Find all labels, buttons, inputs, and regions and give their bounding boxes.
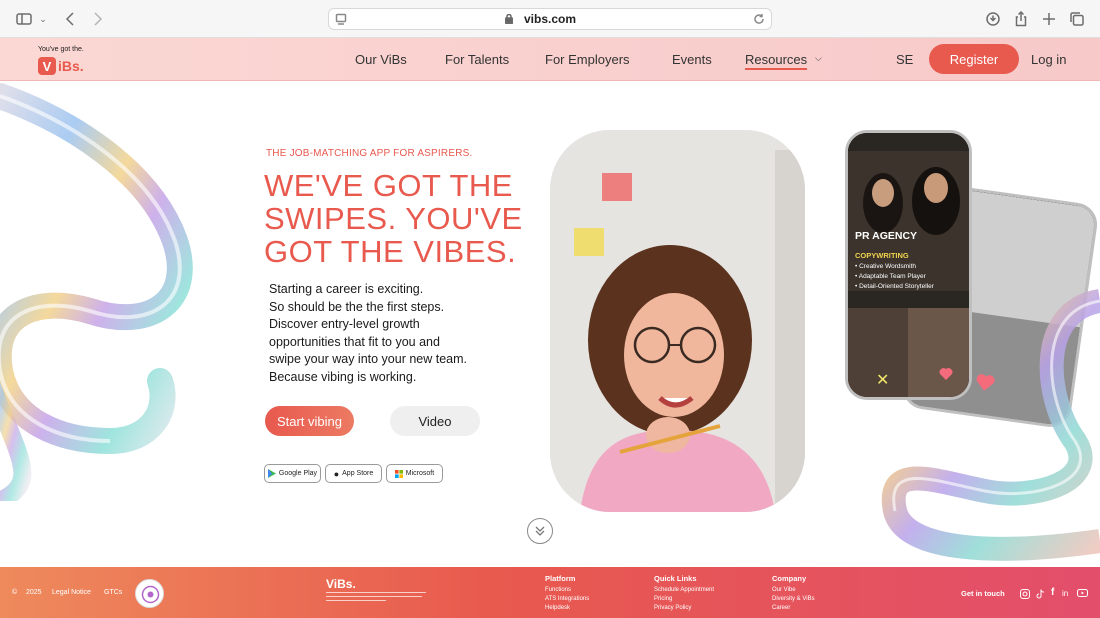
microsoft-icon — [394, 469, 403, 478]
register-button[interactable]: Register — [929, 44, 1019, 74]
google-play-badge[interactable]: Google Play — [264, 464, 321, 483]
certification-badge-icon — [135, 579, 164, 608]
hero-headline: WE'VE GOT THE SWIPES. YOU'VE GOT THE VIB… — [264, 169, 524, 268]
share-icon[interactable] — [1012, 9, 1030, 29]
linkedin-icon[interactable]: in — [1062, 589, 1068, 598]
body-line: Starting a career is exciting. — [269, 282, 424, 296]
apple-icon: ● — [333, 468, 340, 479]
footer-logo: ViBs. — [326, 577, 356, 591]
footer-link[interactable]: ATS Integrations — [545, 595, 589, 604]
youtube-icon[interactable] — [1077, 589, 1088, 599]
body-line: Because vibing is working. — [269, 369, 417, 384]
download-icon[interactable] — [984, 9, 1002, 29]
google-play-icon — [267, 469, 276, 478]
footer-col-title: Platform — [545, 574, 576, 583]
tiktok-icon[interactable] — [1036, 589, 1046, 601]
body-line: Discover entry-level growth — [269, 317, 420, 332]
footer-col-title: Quick Links — [654, 574, 697, 583]
hero-photo-woman — [550, 130, 805, 512]
footer-link[interactable]: Diversity & ViBs — [772, 595, 815, 604]
login-link[interactable]: Log in — [1031, 52, 1066, 67]
forward-icon[interactable] — [90, 9, 106, 29]
gtcs-link[interactable]: GTCs — [104, 589, 122, 596]
body-line: So should be the the first steps. — [269, 299, 445, 314]
footer-link[interactable]: Helpdesk — [545, 604, 570, 613]
nav-events[interactable]: Events — [672, 52, 712, 67]
google-play-label: Google Play — [278, 470, 318, 477]
app-store-badge[interactable]: ● App Store — [325, 464, 382, 483]
instagram-icon[interactable] — [1020, 589, 1030, 601]
footer-year: 2025 — [26, 589, 42, 596]
site-header: You've got the. V iBs. Our ViBs For Tale… — [0, 38, 1100, 81]
nav-our-vibs[interactable]: Our ViBs — [355, 52, 407, 67]
iridescent-ribbon-left — [0, 83, 193, 501]
nav-for-employers[interactable]: For Employers — [545, 52, 630, 67]
tab-overview-icon[interactable] — [1068, 9, 1086, 29]
address-bar[interactable]: vibs.com — [328, 8, 772, 30]
copyright-icon: © — [12, 589, 18, 596]
phone-trait: • Creative Wordsmith — [855, 263, 917, 270]
footer-link[interactable]: Career — [772, 604, 790, 613]
headline-line-2: SWIPES. YOU'VE — [264, 201, 523, 236]
footer-link[interactable]: Pricing — [654, 595, 672, 604]
scroll-down-icon[interactable] — [527, 518, 553, 544]
facebook-icon[interactable]: f — [1051, 587, 1054, 598]
logo-text: iBs. — [58, 58, 84, 74]
nav-resources[interactable]: Resources — [745, 52, 808, 70]
microsoft-badge[interactable]: Microsoft — [386, 464, 443, 483]
logo-tagline: You've got the. — [38, 46, 84, 53]
footer-link[interactable]: Privacy Policy — [654, 604, 691, 613]
chevron-down-icon[interactable]: ⌵ — [815, 53, 822, 64]
video-button[interactable]: Video — [390, 406, 480, 436]
app-store-label: App Store — [342, 470, 374, 477]
footer-link[interactable]: Our Vibe — [772, 586, 796, 595]
browser-toolbar: ⌄ vibs.com — [0, 0, 1100, 38]
start-vibing-button[interactable]: Start vibing — [265, 406, 354, 436]
phone-role: COPYWRITING — [855, 251, 909, 260]
chevron-down-icon[interactable]: ⌄ — [37, 9, 49, 29]
microsoft-label: Microsoft — [405, 470, 435, 477]
footer-col-title: Company — [772, 574, 807, 583]
footer-link[interactable]: Schedule Appointment — [654, 586, 714, 595]
language-switch[interactable]: SE — [896, 52, 913, 67]
sidebar-toggle-icon[interactable] — [14, 9, 34, 29]
headline-line-1: WE'VE GOT THE — [264, 168, 513, 203]
body-line: swipe your way into your new team. — [269, 352, 468, 367]
reload-icon[interactable] — [753, 13, 765, 25]
body-line: opportunities that fit to you and — [269, 334, 440, 349]
get-in-touch[interactable]: Get in touch — [961, 589, 1005, 598]
phone-company: PR AGENCY — [855, 230, 918, 242]
hero-eyebrow: THE JOB-MATCHING APP FOR ASPIRERS. — [266, 148, 473, 159]
logo-mark: V — [38, 57, 56, 75]
nav-for-talents[interactable]: For Talents — [445, 52, 509, 67]
hero-body: Starting a career is exciting. So should… — [269, 281, 509, 387]
lock-icon — [505, 14, 513, 24]
hero-section: THE JOB-MATCHING APP FOR ASPIRERS. WE'VE… — [0, 81, 1100, 567]
eu-funding-icon — [326, 591, 436, 604]
site-footer: © 2025 Legal Notice GTCs ViBs. Platform … — [0, 567, 1100, 618]
logo[interactable]: V iBs. — [38, 57, 84, 75]
footer-link[interactable]: Functions — [545, 586, 571, 595]
iridescent-ribbon-right — [881, 289, 1100, 561]
new-tab-icon[interactable] — [1040, 9, 1058, 29]
url-text: vibs.com — [523, 12, 577, 26]
headline-line-3: GOT THE VIBES. — [264, 234, 517, 269]
legal-notice-link[interactable]: Legal Notice — [52, 589, 91, 596]
back-icon[interactable] — [62, 9, 78, 29]
